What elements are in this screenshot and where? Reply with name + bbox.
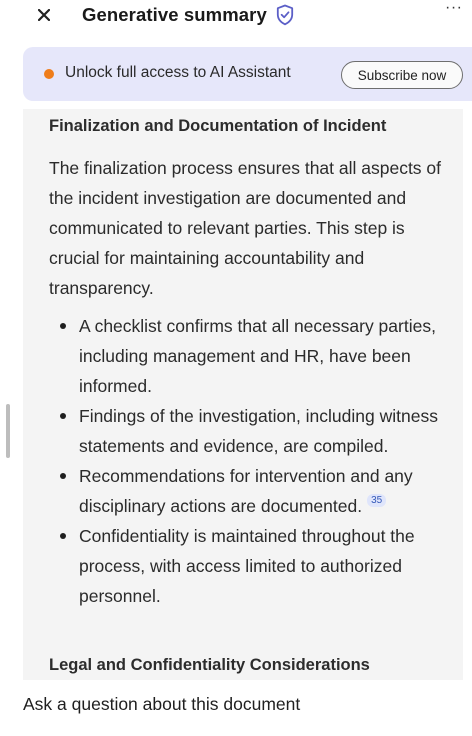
close-icon (38, 9, 50, 21)
shield-check-icon[interactable] (276, 4, 294, 26)
bullet-text: A checklist confirms that all necessary … (79, 316, 436, 396)
bullet-text: Findings of the investigation, including… (79, 406, 438, 456)
summary-content: Finalization and Documentation of Incide… (23, 109, 463, 680)
bullet-text: Confidentiality is maintained throughout… (79, 526, 415, 606)
citation-badge[interactable]: 35 (367, 494, 387, 507)
list-item: Findings of the investigation, including… (49, 401, 449, 461)
ask-question-prompt[interactable]: Ask a question about this document (23, 694, 300, 715)
subscribe-button[interactable]: Subscribe now (341, 61, 463, 89)
list-item: A checklist confirms that all necessary … (49, 311, 449, 401)
panel-header: Generative summary ··· (0, 0, 472, 36)
more-options-button[interactable]: ··· (445, 0, 469, 22)
list-item: Recommendations for intervention and any… (49, 461, 449, 521)
panel-title: Generative summary (82, 4, 267, 25)
summary-bullet-list: A checklist confirms that all necessary … (49, 311, 449, 611)
section-title: Finalization and Documentation of Incide… (49, 117, 387, 135)
resize-handle[interactable] (6, 404, 10, 458)
banner-text: Unlock full access to AI Assistant (65, 64, 291, 81)
more-options-icon: ··· (445, 0, 463, 16)
next-section-title: Legal and Confidentiality Considerations (49, 656, 370, 674)
bullet-text: Recommendations for intervention and any… (79, 466, 413, 516)
list-item: Confidentiality is maintained throughout… (49, 521, 449, 611)
status-dot-icon (44, 69, 54, 79)
close-button[interactable] (33, 4, 55, 26)
summary-paragraph: The finalization process ensures that al… (49, 158, 442, 298)
upgrade-banner: Unlock full access to AI Assistant Subsc… (23, 47, 472, 101)
